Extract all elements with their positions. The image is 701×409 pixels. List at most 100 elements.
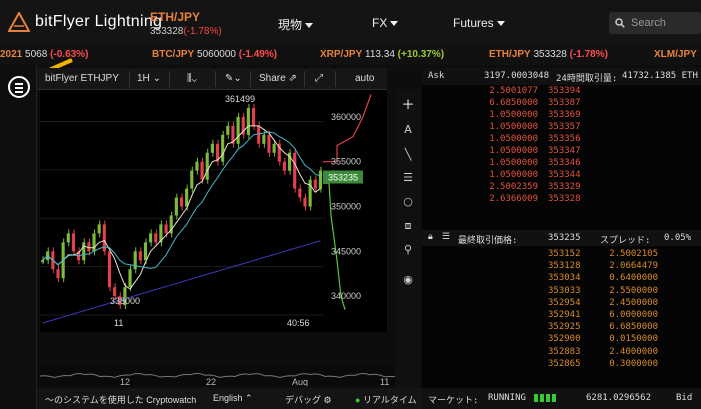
interval-selector[interactable]: 1H ⌄ — [137, 73, 161, 84]
bid-row[interactable]: 352865 0.3000000 — [422, 359, 701, 371]
bid-row[interactable]: 353033 2.5500000 — [422, 286, 701, 298]
candle-body — [210, 143, 214, 153]
chevron-down-icon: ⌄ — [152, 73, 161, 84]
candle-type-icon[interactable]: ⫼⌄ — [187, 73, 197, 84]
cryptowatch-credit[interactable]: 〜のシステムを使用した Cryptowatch — [45, 393, 196, 406]
measure-tool-icon[interactable]: ⧈ — [400, 218, 416, 234]
brand-logo[interactable]: bitFlyer Lightning — [8, 12, 162, 32]
ticker-price: 5060000 — [197, 49, 236, 60]
language-selector[interactable]: English ⌃ — [213, 393, 253, 404]
candle-body — [272, 143, 276, 153]
lock-icon[interactable]: 🔒︎ — [428, 232, 433, 242]
x-tick-label: 11 — [114, 318, 123, 328]
list-icon[interactable]: ☰ — [442, 232, 450, 242]
fib-tool-icon[interactable]: ☰ — [400, 170, 416, 186]
debug-toggle[interactable]: デバッグ ⚙ — [285, 393, 332, 406]
ask-depth-line — [323, 94, 372, 163]
x-tick-label: 40:56 — [287, 318, 310, 328]
ask-row[interactable]: 1.0500000 353357 — [422, 122, 701, 134]
bid-price: 352925 — [548, 322, 581, 333]
bid-size: 2.5500000 — [609, 285, 658, 296]
bid-row[interactable]: 352883 2.4000000 — [422, 347, 701, 359]
ask-size: 1.0500000 — [489, 170, 538, 180]
candle-body — [107, 251, 112, 288]
time-tick-label: 11 — [380, 377, 389, 386]
menu-futures[interactable]: Futures — [453, 16, 505, 30]
y-tick-label: 355000 — [331, 157, 361, 167]
share-label: Share — [259, 73, 286, 84]
candle-body — [200, 161, 204, 180]
last-price-tag-label: 353235 — [328, 173, 358, 183]
share-button[interactable]: Share ⇗ — [259, 73, 297, 84]
ask-row[interactable]: 1.0500000 353369 — [422, 110, 701, 122]
ticker-item[interactable]: ETH/JPY 353328 (-1.78%) — [489, 49, 608, 60]
ask-row[interactable]: 2.5002359 353329 — [422, 182, 701, 194]
candle-body — [154, 233, 158, 243]
ask-price: 353344 — [548, 170, 581, 180]
candle-body — [41, 260, 45, 263]
mini-chart-line — [39, 372, 396, 379]
chart-symbol[interactable]: bitFlyer ETHJPY — [45, 73, 119, 84]
bid-row[interactable]: 353152 2.5002105 — [422, 249, 701, 261]
mini-chart: 12 22 Aug 11 — [39, 372, 396, 387]
line-tool-icon[interactable]: ╲ — [400, 147, 416, 163]
bid-price: 352900 — [548, 334, 581, 345]
candle-body — [56, 269, 60, 279]
menu-fx[interactable]: FX — [372, 16, 399, 30]
circle-tool-icon[interactable]: ○ — [400, 194, 416, 210]
ticker-item[interactable]: XRP/JPY 113.34 (+10.37%) — [320, 49, 444, 60]
eye-icon[interactable]: ◉ — [400, 272, 416, 288]
candle-body — [308, 179, 312, 207]
ask-price: 353329 — [548, 182, 581, 192]
ask-row[interactable]: 1.0500000 353347 — [422, 146, 701, 158]
bid-row[interactable]: 352925 6.6850000 — [422, 322, 701, 334]
ask-row[interactable]: 6.6850000 353387 — [422, 98, 701, 110]
time-axis: 12 22 Aug 11 — [39, 366, 396, 387]
ticker-symbol: ETH/JPY — [489, 49, 531, 60]
ask-price: 353346 — [548, 158, 581, 168]
ask-size: 6.6850000 — [489, 98, 538, 108]
fullscreen-icon[interactable]: ⤢ — [315, 73, 323, 84]
candle-body — [313, 179, 317, 189]
candle-body — [143, 242, 148, 261]
bid-row[interactable]: 352900 0.0150000 — [422, 334, 701, 346]
market-status: RUNNING — [488, 393, 526, 403]
bid-row[interactable]: 352941 6.0000000 — [422, 310, 701, 322]
brush-tool-icon[interactable]: ⚲ — [400, 242, 416, 258]
ticker-item[interactable]: XLM/JPY — [654, 49, 697, 60]
pair-name: ETH/JPY — [150, 10, 201, 24]
status-dot-icon: ● — [355, 395, 361, 405]
ask-row[interactable]: 1.0500000 353344 — [422, 170, 701, 182]
menu-spot[interactable]: 現物 — [278, 16, 314, 33]
hamburger-menu-icon[interactable] — [8, 76, 30, 98]
bid-size: 2.4000000 — [609, 346, 658, 357]
candlestick-chart[interactable]: 361499 338000 11 40:56 — [40, 90, 323, 332]
auto-scale-toggle[interactable]: auto — [355, 73, 374, 84]
ask-size: 1.0500000 — [489, 110, 538, 120]
bid-row[interactable]: 353034 0.6400000 — [422, 273, 701, 285]
candle-body — [318, 170, 322, 189]
ticker-symbol: XRP/JPY — [320, 49, 363, 60]
ask-row[interactable]: 1.0500000 353356 — [422, 134, 701, 146]
time-tick-label: 12 — [120, 377, 130, 386]
pen-icon[interactable]: ✎⌄ — [225, 73, 242, 84]
ticker-change: (-1.78%) — [569, 49, 608, 60]
candle-body — [174, 197, 178, 216]
bid-size: 0.6400000 — [609, 273, 658, 284]
crosshair-icon[interactable]: + — [400, 96, 416, 112]
text-tool-icon[interactable]: A — [400, 122, 416, 138]
candle-body — [97, 224, 101, 234]
ask-size: 2.6366009 — [489, 194, 538, 204]
ask-row[interactable]: 2.6366009 353328 — [422, 194, 701, 206]
bid-row[interactable]: 353128 2.0664479 — [422, 261, 701, 273]
ask-row[interactable]: 2.5001077 353394 — [422, 86, 701, 98]
bid-size: 6.0000000 — [609, 310, 658, 320]
ask-row[interactable]: 1.0500000 353346 — [422, 158, 701, 170]
candle-body — [303, 197, 307, 207]
low-label: 338000 — [110, 296, 140, 306]
search-input[interactable]: Search — [609, 12, 701, 34]
candle-body — [236, 116, 240, 144]
current-pair[interactable]: ETH/JPY 353328(-1.78%) — [150, 10, 222, 37]
ticker-item[interactable]: BTC/JPY 5060000 (-1.49%) — [152, 49, 277, 60]
bid-row[interactable]: 352954 2.4500000 — [422, 298, 701, 310]
